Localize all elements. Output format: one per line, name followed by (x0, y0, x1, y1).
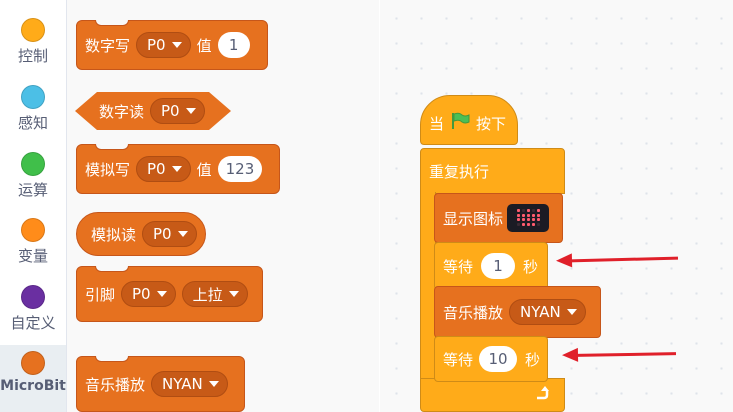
show-icon-block[interactable]: 显示图标 (434, 193, 563, 243)
block-notch (95, 20, 129, 26)
block-label: 音乐播放 (85, 375, 146, 394)
category-sensing[interactable]: 感知 (0, 85, 66, 141)
pin-dropdown[interactable]: P0 (136, 156, 191, 182)
dropdown-arrow-icon (177, 231, 188, 237)
category-custom[interactable]: 自定义 (0, 285, 66, 341)
category-label: 感知 (17, 114, 48, 132)
category-label: 控制 (17, 47, 48, 65)
block-label: 显示图标 (443, 209, 504, 228)
loop-arrow-icon (534, 385, 550, 405)
forever-label: 重复执行 (429, 163, 490, 181)
category-label: 运算 (17, 181, 48, 199)
annotation-arrow (575, 352, 677, 357)
dropdown-value: P0 (132, 285, 151, 303)
dropdown-value: P0 (161, 102, 180, 120)
green-flag-icon (450, 112, 470, 134)
block-label: 模拟读 (91, 225, 137, 244)
block-label: 等待 (443, 257, 474, 276)
value-input[interactable]: 123 (217, 156, 263, 182)
variables-icon (21, 218, 45, 242)
dropdown-value: NYAN (520, 303, 561, 321)
operators-icon (21, 152, 45, 176)
script-workspace[interactable]: 当 按下 重复执行 显示图标 等待 1 秒 音乐播放 NYAN 等待 10 秒 (380, 0, 733, 412)
dropdown-value: P0 (147, 36, 166, 54)
hat-prefix: 当 (429, 115, 445, 133)
block-label: 音乐播放 (443, 303, 504, 322)
sensing-icon (21, 85, 45, 109)
block-palette: 数字写 P0 值 1 数字读 P0 模拟写 P0 值 123 模拟读 P0 引脚… (67, 0, 438, 412)
block-label: 等待 (443, 350, 474, 369)
category-microbit[interactable]: MicroBit (0, 345, 66, 412)
dropdown-value: 上拉 (192, 285, 223, 304)
dropdown-value: P0 (153, 225, 172, 243)
hat-suffix: 按下 (476, 115, 507, 133)
category-variables[interactable]: 变量 (0, 218, 66, 274)
value-label: 值 (196, 160, 212, 179)
category-operators[interactable]: 运算 (0, 152, 66, 208)
category-control[interactable]: 控制 (0, 18, 66, 74)
music-play-block[interactable]: 音乐播放 NYAN (434, 286, 601, 338)
block-notch (95, 144, 129, 150)
pin-dropdown[interactable]: P0 (150, 98, 205, 124)
microbit-icon (21, 351, 45, 375)
custom-icon (21, 285, 45, 309)
block-label: 数字读 (99, 102, 145, 121)
block-label: 数字写 (85, 36, 131, 55)
unit-label: 秒 (523, 257, 539, 276)
pin-dropdown[interactable]: P0 (121, 281, 176, 307)
wait-block[interactable]: 等待 10 秒 (434, 336, 548, 382)
category-label: 自定义 (10, 314, 56, 332)
music-play-block[interactable]: 音乐播放 NYAN (76, 356, 245, 412)
wait-seconds-input[interactable]: 10 (479, 346, 518, 372)
block-label: 模拟写 (85, 160, 131, 179)
dropdown-arrow-icon (186, 108, 196, 114)
pin-dropdown[interactable]: P0 (142, 221, 197, 247)
analog-write-block[interactable]: 模拟写 P0 值 123 (76, 144, 280, 194)
digital-write-block[interactable]: 数字写 P0 值 1 (76, 20, 268, 70)
dropdown-arrow-icon (171, 42, 182, 48)
wait-block[interactable]: 等待 1 秒 (434, 242, 548, 290)
mode-dropdown[interactable]: 上拉 (181, 281, 248, 307)
block-label: 引脚 (85, 285, 116, 304)
forever-block-footer (420, 378, 565, 412)
digital-read-block[interactable]: 数字读 P0 (75, 92, 231, 130)
dropdown-arrow-icon (156, 291, 167, 297)
value-label: 值 (196, 36, 212, 55)
dropdown-arrow-icon (566, 309, 577, 315)
control-icon (21, 18, 45, 42)
block-notch (95, 356, 129, 362)
annotation-arrow (569, 256, 679, 263)
when-flag-clicked-block[interactable]: 当 按下 (420, 95, 518, 145)
dropdown-value: NYAN (162, 375, 203, 393)
wait-seconds-input[interactable]: 1 (481, 253, 516, 279)
dropdown-arrow-icon (171, 166, 182, 172)
melody-dropdown[interactable]: NYAN (509, 299, 586, 325)
pin-dropdown[interactable]: P0 (136, 32, 191, 58)
dropdown-arrow-icon (228, 291, 239, 297)
category-sidebar: 控制 感知 运算 变量 自定义 MicroBit (0, 0, 67, 412)
melody-dropdown[interactable]: NYAN (151, 371, 228, 397)
forever-block[interactable]: 重复执行 (420, 148, 565, 194)
dropdown-arrow-icon (208, 381, 219, 387)
unit-label: 秒 (525, 350, 541, 369)
value-input[interactable]: 1 (217, 32, 250, 58)
pin-pull-block[interactable]: 引脚 P0 上拉 (76, 266, 263, 322)
led-matrix-icon[interactable] (507, 204, 550, 232)
category-label: 变量 (17, 247, 48, 265)
block-notch (95, 266, 129, 272)
dropdown-value: P0 (147, 160, 166, 178)
analog-read-block[interactable]: 模拟读 P0 (76, 212, 206, 256)
category-label: MicroBit (0, 378, 66, 394)
